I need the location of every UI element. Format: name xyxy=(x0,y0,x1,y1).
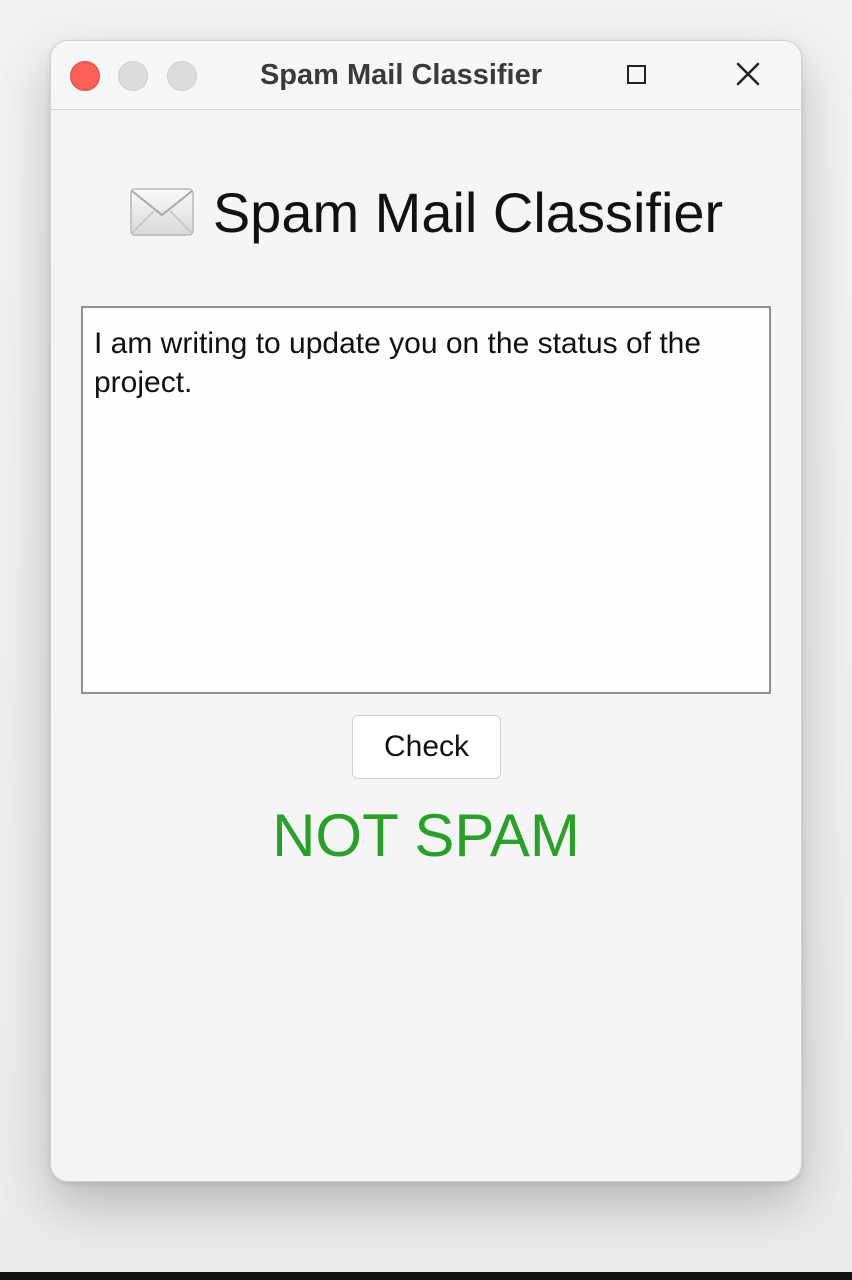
window-title: Spam Mail Classifier xyxy=(259,59,543,91)
check-button[interactable]: Check xyxy=(352,715,501,779)
maximize-button[interactable] xyxy=(621,59,651,89)
maximize-icon xyxy=(626,64,646,84)
window-close-traffic-light[interactable] xyxy=(70,61,100,91)
close-button[interactable] xyxy=(731,57,765,91)
close-icon xyxy=(736,62,760,86)
app-heading: Spam Mail Classifier xyxy=(51,172,801,252)
screen-bottom-edge xyxy=(0,1272,852,1280)
email-text-area[interactable]: I am writing to update you on the status… xyxy=(81,306,771,694)
title-bar[interactable]: Spam Mail Classifier xyxy=(51,41,801,110)
envelope-icon xyxy=(130,188,194,236)
window-content: Spam Mail Classifier I am writing to upd… xyxy=(51,110,801,1181)
heading-title: Spam Mail Classifier xyxy=(212,180,724,244)
window-zoom-traffic-light[interactable] xyxy=(167,61,197,91)
window-minimize-traffic-light[interactable] xyxy=(118,61,148,91)
email-text-value: I am writing to update you on the status… xyxy=(94,327,702,399)
app-window: Spam Mail Classifier Spam Mail Classifie… xyxy=(50,40,802,1182)
classification-result: NOT SPAM xyxy=(272,802,580,869)
